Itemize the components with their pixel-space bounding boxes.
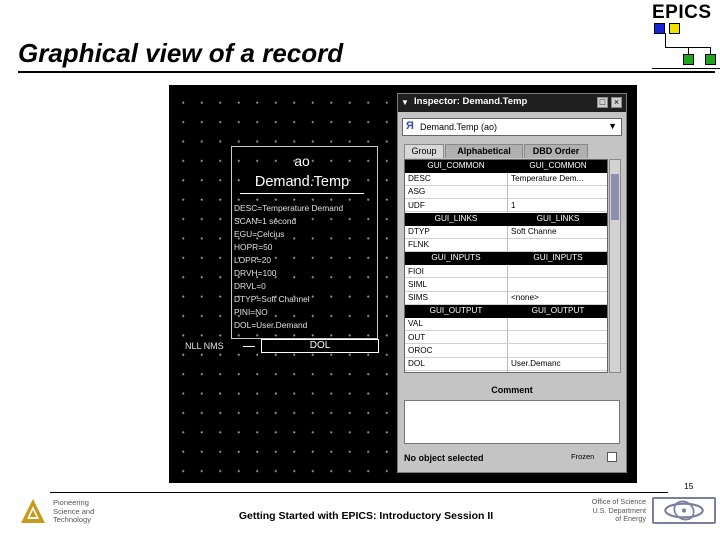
table-row[interactable]: OROC	[405, 345, 607, 358]
record-name-label: Demand.Temp	[254, 174, 350, 190]
comment-textarea[interactable]	[404, 400, 620, 444]
comment-label: Comment	[491, 385, 533, 395]
frozen-label: Frozen	[571, 452, 595, 461]
record-field: HOPR=50	[234, 242, 273, 252]
status-text: No object selected	[404, 453, 484, 463]
table-row[interactable]: VAL	[405, 318, 607, 332]
table-group-header[interactable]: GUI_COMMON GUI_COMMON	[405, 160, 607, 173]
tab-group[interactable]: Group	[404, 144, 444, 158]
dropdown-arrow-icon[interactable]: ▼	[608, 121, 617, 131]
record-type-label: ao	[294, 153, 310, 169]
office-of-science-text: Office of Science U.S. Department of Ene…	[560, 497, 646, 524]
record-field: LOPR=20	[234, 255, 272, 265]
field-name: UDF	[408, 200, 425, 210]
tab-alphabetical[interactable]: Alphabetical	[445, 144, 523, 158]
record-field: SCAN=1 second	[234, 216, 297, 226]
table-group-header[interactable]: GUI_OUTPUT GUI_OUTPUT	[405, 305, 607, 318]
field-name: DTYP	[408, 227, 430, 236]
office-line: of Energy	[615, 514, 646, 523]
table-scrollbar[interactable]	[609, 159, 621, 373]
table-row[interactable]: ASG	[405, 186, 607, 200]
field-name: SIMS	[408, 293, 429, 302]
table-row[interactable]: FLNK	[405, 239, 607, 252]
field-value[interactable]: Temperature Dem...	[511, 174, 583, 183]
field-value[interactable]: Soft Channe	[511, 227, 557, 236]
group-name: GUI_INPUTS	[431, 253, 481, 263]
inspector-titlebar[interactable]: ▼ Inspector: Demand.Temp □ ×	[398, 94, 626, 112]
slide-title: Graphical view of a record	[18, 38, 344, 68]
field-name: ASG	[408, 187, 426, 197]
field-name: FLNK	[408, 240, 429, 250]
chevron-down-icon[interactable]: ▼	[401, 98, 409, 107]
field-value[interactable]: 1	[511, 201, 516, 210]
inspector-window: ▼ Inspector: Demand.Temp □ × Я Demand.Te…	[397, 93, 627, 473]
group-value: GUI_LINKS	[536, 213, 580, 223]
table-row[interactable]: FIOI	[405, 266, 607, 279]
inspector-title: Inspector: Demand.Temp	[414, 96, 528, 107]
group-name: GUI_COMMON	[427, 161, 485, 170]
record-field: DTYP=Soft Channel	[234, 294, 310, 304]
record-icon: Я	[406, 120, 414, 132]
table-row[interactable]: DTYP Soft Channe	[405, 226, 607, 239]
field-name: VAL	[408, 319, 423, 329]
record-link-row: NLL NMS DOL	[185, 339, 379, 354]
group-value: GUI_COMMON	[529, 161, 587, 170]
epics-brand: EPICS	[652, 2, 712, 23]
table-row[interactable]: UDF 1	[405, 200, 607, 213]
close-icon[interactable]: ×	[611, 97, 622, 108]
table-group-header[interactable]: GUI_INPUTS GUI_INPUTS	[405, 252, 607, 266]
field-name: OROC	[408, 345, 433, 355]
table-row[interactable]: OUT	[405, 332, 607, 345]
table-row[interactable]: SIMS <none>	[405, 292, 607, 305]
link-target-box[interactable]: DOL	[261, 339, 379, 353]
title-rule	[18, 71, 715, 73]
epics-logo	[650, 22, 720, 70]
record-field: DRVH=100	[234, 268, 277, 278]
record-selector-value: Demand.Temp (ao)	[420, 122, 498, 132]
tab-dbd-order[interactable]: DBD Order	[524, 144, 588, 158]
field-table: GUI_COMMON GUI_COMMON DESC Temperature Dem…	[404, 159, 608, 373]
link-source-label: NLL NMS	[185, 341, 224, 351]
frozen-checkbox[interactable]	[607, 452, 617, 462]
record-field: DRVL=0	[234, 281, 266, 291]
maximize-icon[interactable]: □	[597, 97, 608, 108]
record-field: DESC=Temperature Demand	[234, 203, 344, 213]
table-row[interactable]: SIML	[405, 279, 607, 292]
record-block[interactable]: ao Demand.Temp DESC=Temperature Demand S…	[231, 146, 378, 339]
doe-office-of-science-logo	[652, 497, 716, 524]
group-name: GUI_OUTPUT	[429, 306, 483, 316]
field-value[interactable]: User.Demanc	[511, 359, 561, 368]
link-port	[243, 346, 255, 347]
field-name: OUT	[408, 332, 426, 342]
record-field: PINI=NO	[234, 307, 268, 317]
group-value: GUI_INPUTS	[533, 253, 583, 263]
vdct-screenshot: ao Demand.Temp DESC=Temperature Demand S…	[169, 85, 637, 483]
group-name: GUI_LINKS	[434, 213, 478, 223]
record-field: DOL=User.Demand	[234, 320, 308, 330]
group-value: GUI_OUTPUT	[531, 306, 585, 316]
table-row[interactable]: DOL User.Demanc	[405, 358, 607, 371]
record-name-underline	[240, 193, 364, 194]
field-value[interactable]: <none>	[511, 293, 539, 302]
page-number: 15	[684, 481, 694, 491]
footer-rule	[50, 492, 668, 493]
field-name: SIML	[408, 279, 428, 289]
field-name: DESC	[408, 174, 431, 184]
table-row[interactable]: DESC Temperature Dem...	[405, 173, 607, 186]
field-name: DOL	[408, 359, 425, 368]
scrollbar-thumb[interactable]	[611, 174, 619, 220]
field-name: FIOI	[408, 266, 424, 276]
table-group-header[interactable]: GUI_LINKS GUI_LINKS	[405, 212, 607, 226]
record-field: EGU=Celcius	[234, 229, 285, 239]
record-selector[interactable]: Я Demand.Temp (ao) ▼	[402, 118, 622, 136]
